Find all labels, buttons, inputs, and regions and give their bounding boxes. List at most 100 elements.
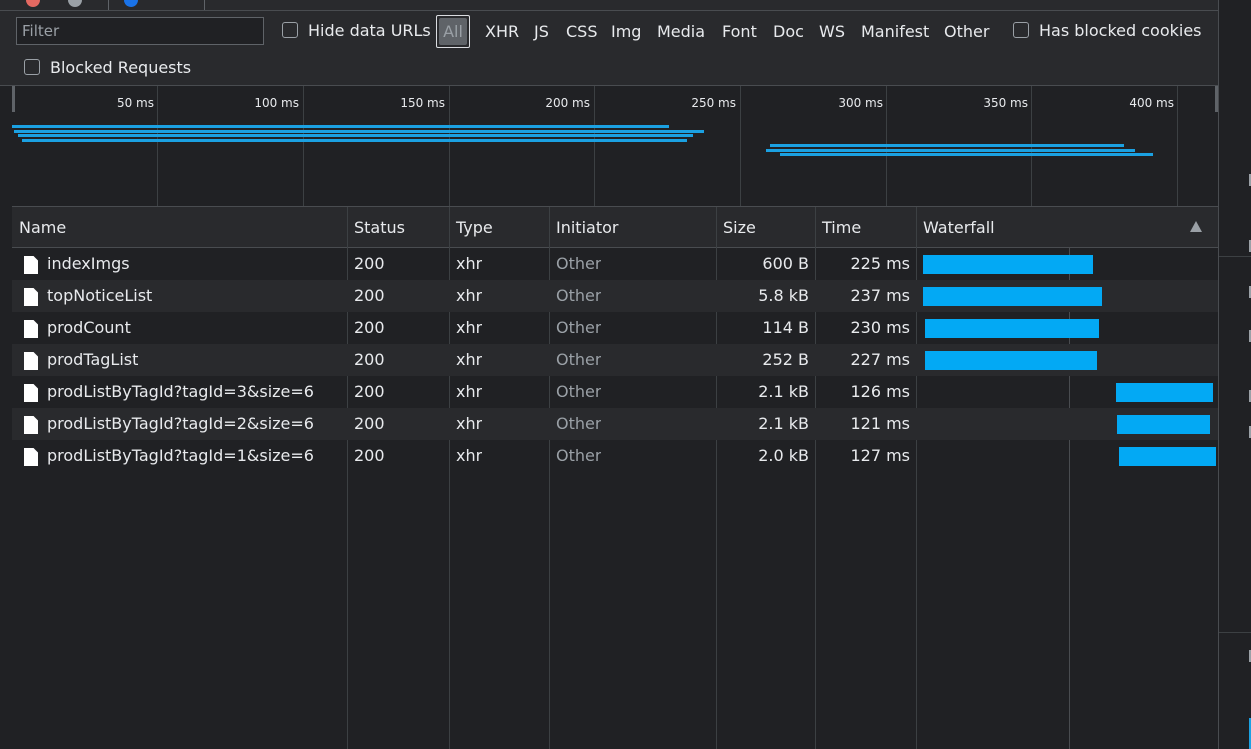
type-filter-font[interactable]: Font: [722, 22, 757, 41]
overview-request-bar: [18, 134, 693, 137]
checkbox-box[interactable]: [1013, 22, 1029, 38]
overview-tick-label: 100 ms: [254, 96, 299, 110]
overview-tick-label: 250 ms: [691, 96, 736, 110]
request-initiator: Other: [556, 286, 602, 305]
type-filter-ws[interactable]: WS: [819, 22, 845, 41]
clear-icon[interactable]: [68, 0, 82, 7]
table-header: Name Status Type Initiator Size Time Wat…: [12, 207, 1218, 248]
type-filter-js[interactable]: JS: [534, 22, 549, 41]
filter-input[interactable]: [16, 17, 264, 45]
request-name[interactable]: prodListByTagId?tagId=2&size=6: [47, 408, 345, 440]
table-row[interactable]: prodListByTagId?tagId=2&size=6 200 xhr O…: [12, 408, 1218, 440]
request-name[interactable]: prodListByTagId?tagId=1&size=6: [47, 440, 345, 472]
waterfall-bar: [1119, 447, 1216, 466]
overview-tick-label: 300 ms: [838, 96, 883, 110]
filter-toolbar: Hide data URLs All XHR JS CSS Img Media …: [0, 11, 1218, 86]
request-status: 200: [354, 350, 385, 369]
request-status: 200: [354, 318, 385, 337]
request-status: 200: [354, 286, 385, 305]
table-row[interactable]: topNoticeList 200 xhr Other 5.8 kB 237 m…: [12, 280, 1218, 312]
column-header-size[interactable]: Size: [716, 207, 756, 248]
document-icon: [24, 320, 38, 338]
overview-request-bar: [14, 130, 704, 133]
request-type: xhr: [456, 318, 483, 337]
request-type: xhr: [456, 446, 483, 465]
type-filter-manifest[interactable]: Manifest: [861, 22, 929, 41]
type-filter-img[interactable]: Img: [611, 22, 641, 41]
type-filter-css[interactable]: CSS: [566, 22, 597, 41]
request-status: 200: [354, 446, 385, 465]
hide-data-urls-checkbox[interactable]: Hide data URLs: [282, 18, 431, 42]
document-icon: [24, 352, 38, 370]
waterfall-bar: [923, 255, 1093, 274]
request-initiator: Other: [556, 382, 602, 401]
overview-gridline: [594, 86, 595, 206]
overview-gridline: [740, 86, 741, 206]
panel-divider: [1219, 632, 1251, 633]
request-status: 200: [354, 254, 385, 273]
overview-request-bar: [766, 149, 1135, 152]
type-filter-doc[interactable]: Doc: [773, 22, 804, 41]
toolbar-divider: [204, 0, 205, 10]
column-header-name[interactable]: Name: [12, 207, 66, 248]
request-type: xhr: [456, 254, 483, 273]
waterfall-bar: [1116, 383, 1213, 402]
request-status: 200: [354, 414, 385, 433]
request-time: 237 ms: [850, 286, 910, 305]
hide-data-urls-label: Hide data URLs: [308, 20, 431, 40]
request-size: 2.1 kB: [758, 382, 809, 401]
timeline-overview[interactable]: 50 ms 100 ms 150 ms 200 ms 250 ms 300 ms…: [12, 86, 1218, 207]
up-arrow-icon[interactable]: [1190, 221, 1202, 232]
request-status: 200: [354, 382, 385, 401]
request-initiator: Other: [556, 254, 602, 273]
waterfall-bar: [1117, 415, 1210, 434]
type-filter-xhr[interactable]: XHR: [485, 22, 519, 41]
record-icon[interactable]: [26, 0, 40, 7]
column-header-initiator[interactable]: Initiator: [549, 207, 618, 248]
overview-gridline: [1177, 86, 1178, 206]
column-header-status[interactable]: Status: [347, 207, 405, 248]
request-size: 114 B: [762, 318, 809, 337]
column-header-time[interactable]: Time: [815, 207, 861, 248]
type-filter-other[interactable]: Other: [944, 22, 989, 41]
blocked-requests-label: Blocked Requests: [50, 57, 192, 77]
filter-toggle-icon[interactable]: [124, 0, 138, 7]
request-type: xhr: [456, 350, 483, 369]
type-filter-all[interactable]: All: [436, 15, 470, 48]
table-row[interactable]: prodCount 200 xhr Other 114 B 230 ms: [12, 312, 1218, 344]
request-initiator: Other: [556, 350, 602, 369]
overview-request-bar: [770, 144, 1124, 147]
column-header-waterfall[interactable]: Waterfall: [916, 207, 995, 248]
overview-tick-label: 50 ms: [116, 96, 154, 110]
request-name[interactable]: prodListByTagId?tagId=3&size=6: [47, 376, 345, 408]
table-row[interactable]: prodListByTagId?tagId=1&size=6 200 xhr O…: [12, 440, 1218, 472]
overview-gridline: [157, 86, 158, 206]
blocked-requests-checkbox[interactable]: Blocked Requests: [24, 55, 191, 79]
checkbox-box[interactable]: [282, 22, 298, 38]
request-name[interactable]: indexImgs: [47, 248, 345, 280]
table-row[interactable]: prodListByTagId?tagId=3&size=6 200 xhr O…: [12, 376, 1218, 408]
request-type: xhr: [456, 382, 483, 401]
request-name[interactable]: prodTagList: [47, 344, 345, 376]
request-size: 252 B: [762, 350, 809, 369]
request-initiator: Other: [556, 414, 602, 433]
overview-tick-label: 200 ms: [545, 96, 590, 110]
requests-table: Name Status Type Initiator Size Time Wat…: [12, 207, 1218, 749]
devtools-top-toolbar: [0, 0, 1218, 11]
type-filter-all-label: All: [439, 18, 467, 45]
request-initiator: Other: [556, 318, 602, 337]
checkbox-box[interactable]: [24, 59, 40, 75]
column-header-type[interactable]: Type: [449, 207, 493, 248]
type-filter-media[interactable]: Media: [657, 22, 705, 41]
table-row[interactable]: indexImgs 200 xhr Other 600 B 225 ms: [12, 248, 1218, 280]
request-name[interactable]: topNoticeList: [47, 280, 345, 312]
request-time: 225 ms: [850, 254, 910, 273]
overview-left-handle[interactable]: [12, 86, 15, 112]
has-blocked-cookies-checkbox[interactable]: Has blocked cookies: [1013, 18, 1202, 42]
request-name[interactable]: prodCount: [47, 312, 345, 344]
request-type: xhr: [456, 414, 483, 433]
overview-request-bar: [22, 139, 687, 142]
document-icon: [24, 288, 38, 306]
table-row[interactable]: prodTagList 200 xhr Other 252 B 227 ms: [12, 344, 1218, 376]
waterfall-bar: [925, 319, 1099, 338]
